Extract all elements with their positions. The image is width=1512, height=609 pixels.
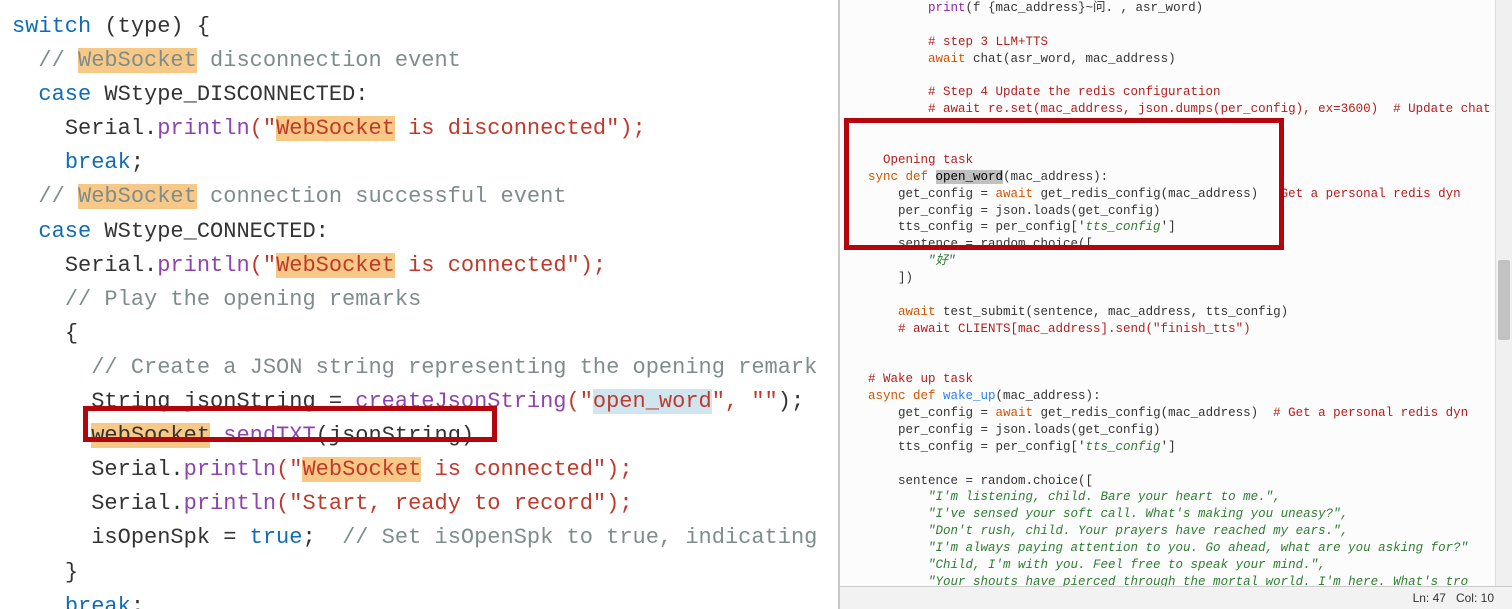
- status-line-label: Ln: 47: [1413, 590, 1446, 606]
- status-bar: Ln: 47 Col: 10: [840, 586, 1512, 609]
- vertical-scrollbar[interactable]: [1495, 0, 1512, 587]
- scrollbar-thumb[interactable]: [1498, 260, 1510, 340]
- right-code-editor[interactable]: print(f {mac_address}~问. , asr_word) # s…: [838, 0, 1512, 609]
- left-code-editor[interactable]: switch (type) { // WebSocket disconnecti…: [0, 0, 838, 609]
- right-code: print(f {mac_address}~问. , asr_word) # s…: [840, 0, 1496, 587]
- left-code: switch (type) { // WebSocket disconnecti…: [0, 0, 838, 609]
- status-col-label: Col: 10: [1456, 590, 1494, 606]
